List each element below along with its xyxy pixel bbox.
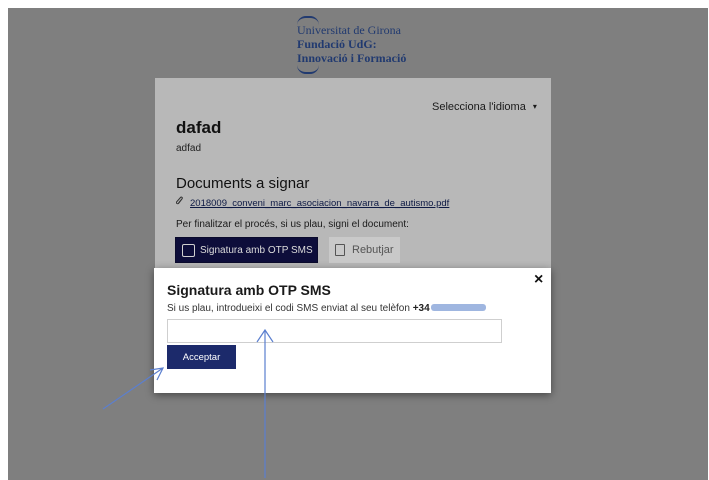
annotation-arrows [102, 328, 274, 478]
arrow-to-input [256, 328, 274, 478]
arrow-to-accept [102, 367, 165, 410]
